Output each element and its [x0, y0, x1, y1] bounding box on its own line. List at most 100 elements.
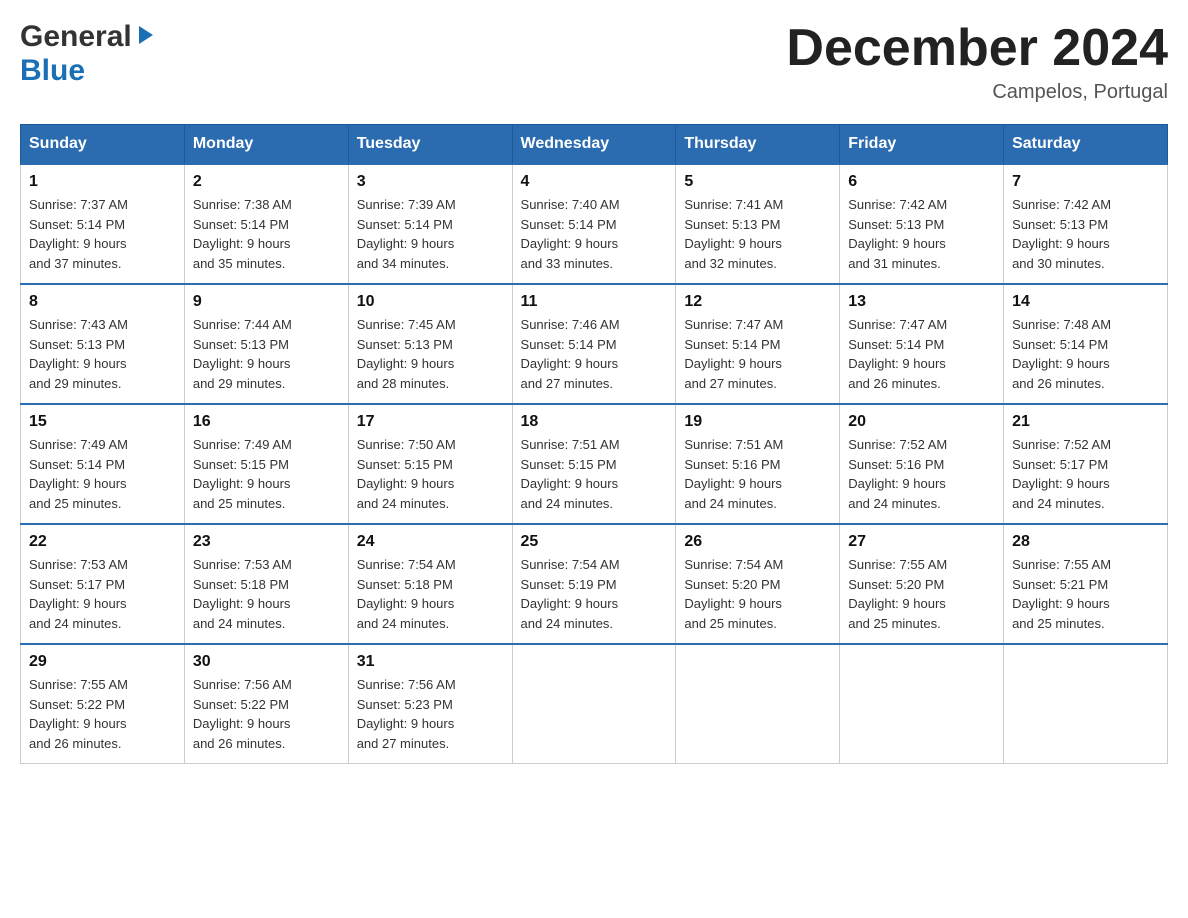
day-info: Sunrise: 7:43 AM Sunset: 5:13 PM Dayligh… [29, 315, 176, 393]
day-info: Sunrise: 7:42 AM Sunset: 5:13 PM Dayligh… [848, 195, 995, 273]
day-info: Sunrise: 7:55 AM Sunset: 5:22 PM Dayligh… [29, 675, 176, 753]
calendar-cell: 19 Sunrise: 7:51 AM Sunset: 5:16 PM Dayl… [676, 404, 840, 524]
day-info: Sunrise: 7:47 AM Sunset: 5:14 PM Dayligh… [848, 315, 995, 393]
day-number: 24 [357, 533, 504, 551]
day-number: 14 [1012, 293, 1159, 311]
calendar-cell: 15 Sunrise: 7:49 AM Sunset: 5:14 PM Dayl… [21, 404, 185, 524]
day-number: 29 [29, 653, 176, 671]
day-info: Sunrise: 7:49 AM Sunset: 5:14 PM Dayligh… [29, 435, 176, 513]
calendar-cell: 2 Sunrise: 7:38 AM Sunset: 5:14 PM Dayli… [184, 164, 348, 284]
calendar-cell: 25 Sunrise: 7:54 AM Sunset: 5:19 PM Dayl… [512, 524, 676, 644]
column-header-tuesday: Tuesday [348, 125, 512, 165]
calendar-cell: 7 Sunrise: 7:42 AM Sunset: 5:13 PM Dayli… [1004, 164, 1168, 284]
calendar-cell: 3 Sunrise: 7:39 AM Sunset: 5:14 PM Dayli… [348, 164, 512, 284]
column-header-thursday: Thursday [676, 125, 840, 165]
day-number: 31 [357, 653, 504, 671]
day-number: 16 [193, 413, 340, 431]
calendar-cell: 11 Sunrise: 7:46 AM Sunset: 5:14 PM Dayl… [512, 284, 676, 404]
calendar-cell: 24 Sunrise: 7:54 AM Sunset: 5:18 PM Dayl… [348, 524, 512, 644]
calendar-cell [676, 644, 840, 764]
calendar-cell: 27 Sunrise: 7:55 AM Sunset: 5:20 PM Dayl… [840, 524, 1004, 644]
calendar-cell: 17 Sunrise: 7:50 AM Sunset: 5:15 PM Dayl… [348, 404, 512, 524]
calendar-cell: 30 Sunrise: 7:56 AM Sunset: 5:22 PM Dayl… [184, 644, 348, 764]
day-number: 12 [684, 293, 831, 311]
day-info: Sunrise: 7:56 AM Sunset: 5:22 PM Dayligh… [193, 675, 340, 753]
day-info: Sunrise: 7:44 AM Sunset: 5:13 PM Dayligh… [193, 315, 340, 393]
day-number: 23 [193, 533, 340, 551]
day-info: Sunrise: 7:48 AM Sunset: 5:14 PM Dayligh… [1012, 315, 1159, 393]
calendar-cell: 9 Sunrise: 7:44 AM Sunset: 5:13 PM Dayli… [184, 284, 348, 404]
day-info: Sunrise: 7:55 AM Sunset: 5:20 PM Dayligh… [848, 555, 995, 633]
day-number: 10 [357, 293, 504, 311]
calendar-cell: 18 Sunrise: 7:51 AM Sunset: 5:15 PM Dayl… [512, 404, 676, 524]
calendar-cell: 31 Sunrise: 7:56 AM Sunset: 5:23 PM Dayl… [348, 644, 512, 764]
day-info: Sunrise: 7:39 AM Sunset: 5:14 PM Dayligh… [357, 195, 504, 273]
calendar-cell: 12 Sunrise: 7:47 AM Sunset: 5:14 PM Dayl… [676, 284, 840, 404]
calendar-header-row: SundayMondayTuesdayWednesdayThursdayFrid… [21, 125, 1168, 165]
day-number: 13 [848, 293, 995, 311]
calendar-cell: 13 Sunrise: 7:47 AM Sunset: 5:14 PM Dayl… [840, 284, 1004, 404]
title-section: December 2024 Campelos, Portugal [786, 20, 1168, 104]
calendar-cell: 5 Sunrise: 7:41 AM Sunset: 5:13 PM Dayli… [676, 164, 840, 284]
day-number: 27 [848, 533, 995, 551]
day-number: 17 [357, 413, 504, 431]
day-info: Sunrise: 7:55 AM Sunset: 5:21 PM Dayligh… [1012, 555, 1159, 633]
day-info: Sunrise: 7:49 AM Sunset: 5:15 PM Dayligh… [193, 435, 340, 513]
day-info: Sunrise: 7:51 AM Sunset: 5:16 PM Dayligh… [684, 435, 831, 513]
column-header-friday: Friday [840, 125, 1004, 165]
calendar-cell: 1 Sunrise: 7:37 AM Sunset: 5:14 PM Dayli… [21, 164, 185, 284]
day-number: 28 [1012, 533, 1159, 551]
day-info: Sunrise: 7:53 AM Sunset: 5:17 PM Dayligh… [29, 555, 176, 633]
day-number: 18 [521, 413, 668, 431]
logo-general-text: General [20, 20, 132, 54]
day-info: Sunrise: 7:53 AM Sunset: 5:18 PM Dayligh… [193, 555, 340, 633]
column-header-monday: Monday [184, 125, 348, 165]
day-info: Sunrise: 7:54 AM Sunset: 5:19 PM Dayligh… [521, 555, 668, 633]
day-number: 5 [684, 173, 831, 191]
logo-arrow-icon [135, 24, 157, 51]
day-info: Sunrise: 7:56 AM Sunset: 5:23 PM Dayligh… [357, 675, 504, 753]
calendar-cell: 6 Sunrise: 7:42 AM Sunset: 5:13 PM Dayli… [840, 164, 1004, 284]
calendar-week-5: 29 Sunrise: 7:55 AM Sunset: 5:22 PM Dayl… [21, 644, 1168, 764]
day-number: 9 [193, 293, 340, 311]
day-info: Sunrise: 7:54 AM Sunset: 5:18 PM Dayligh… [357, 555, 504, 633]
day-info: Sunrise: 7:42 AM Sunset: 5:13 PM Dayligh… [1012, 195, 1159, 273]
day-info: Sunrise: 7:40 AM Sunset: 5:14 PM Dayligh… [521, 195, 668, 273]
day-number: 8 [29, 293, 176, 311]
calendar-cell: 26 Sunrise: 7:54 AM Sunset: 5:20 PM Dayl… [676, 524, 840, 644]
day-number: 15 [29, 413, 176, 431]
day-info: Sunrise: 7:50 AM Sunset: 5:15 PM Dayligh… [357, 435, 504, 513]
column-header-saturday: Saturday [1004, 125, 1168, 165]
day-number: 4 [521, 173, 668, 191]
day-info: Sunrise: 7:52 AM Sunset: 5:16 PM Dayligh… [848, 435, 995, 513]
day-info: Sunrise: 7:37 AM Sunset: 5:14 PM Dayligh… [29, 195, 176, 273]
day-number: 1 [29, 173, 176, 191]
day-info: Sunrise: 7:47 AM Sunset: 5:14 PM Dayligh… [684, 315, 831, 393]
day-number: 11 [521, 293, 668, 311]
page-header: General Blue December 2024 Campelos, Por… [20, 20, 1168, 104]
calendar-week-2: 8 Sunrise: 7:43 AM Sunset: 5:13 PM Dayli… [21, 284, 1168, 404]
calendar-week-3: 15 Sunrise: 7:49 AM Sunset: 5:14 PM Dayl… [21, 404, 1168, 524]
day-number: 2 [193, 173, 340, 191]
calendar-cell: 21 Sunrise: 7:52 AM Sunset: 5:17 PM Dayl… [1004, 404, 1168, 524]
day-number: 20 [848, 413, 995, 431]
day-number: 26 [684, 533, 831, 551]
calendar-cell [1004, 644, 1168, 764]
day-number: 22 [29, 533, 176, 551]
calendar-cell: 16 Sunrise: 7:49 AM Sunset: 5:15 PM Dayl… [184, 404, 348, 524]
calendar-cell: 23 Sunrise: 7:53 AM Sunset: 5:18 PM Dayl… [184, 524, 348, 644]
day-info: Sunrise: 7:46 AM Sunset: 5:14 PM Dayligh… [521, 315, 668, 393]
calendar-cell: 4 Sunrise: 7:40 AM Sunset: 5:14 PM Dayli… [512, 164, 676, 284]
day-info: Sunrise: 7:38 AM Sunset: 5:14 PM Dayligh… [193, 195, 340, 273]
calendar-week-1: 1 Sunrise: 7:37 AM Sunset: 5:14 PM Dayli… [21, 164, 1168, 284]
column-header-wednesday: Wednesday [512, 125, 676, 165]
calendar-cell: 29 Sunrise: 7:55 AM Sunset: 5:22 PM Dayl… [21, 644, 185, 764]
calendar-cell [840, 644, 1004, 764]
day-info: Sunrise: 7:41 AM Sunset: 5:13 PM Dayligh… [684, 195, 831, 273]
day-number: 21 [1012, 413, 1159, 431]
calendar-cell: 22 Sunrise: 7:53 AM Sunset: 5:17 PM Dayl… [21, 524, 185, 644]
day-number: 30 [193, 653, 340, 671]
calendar-cell [512, 644, 676, 764]
day-info: Sunrise: 7:45 AM Sunset: 5:13 PM Dayligh… [357, 315, 504, 393]
logo-blue-text: Blue [20, 54, 85, 87]
